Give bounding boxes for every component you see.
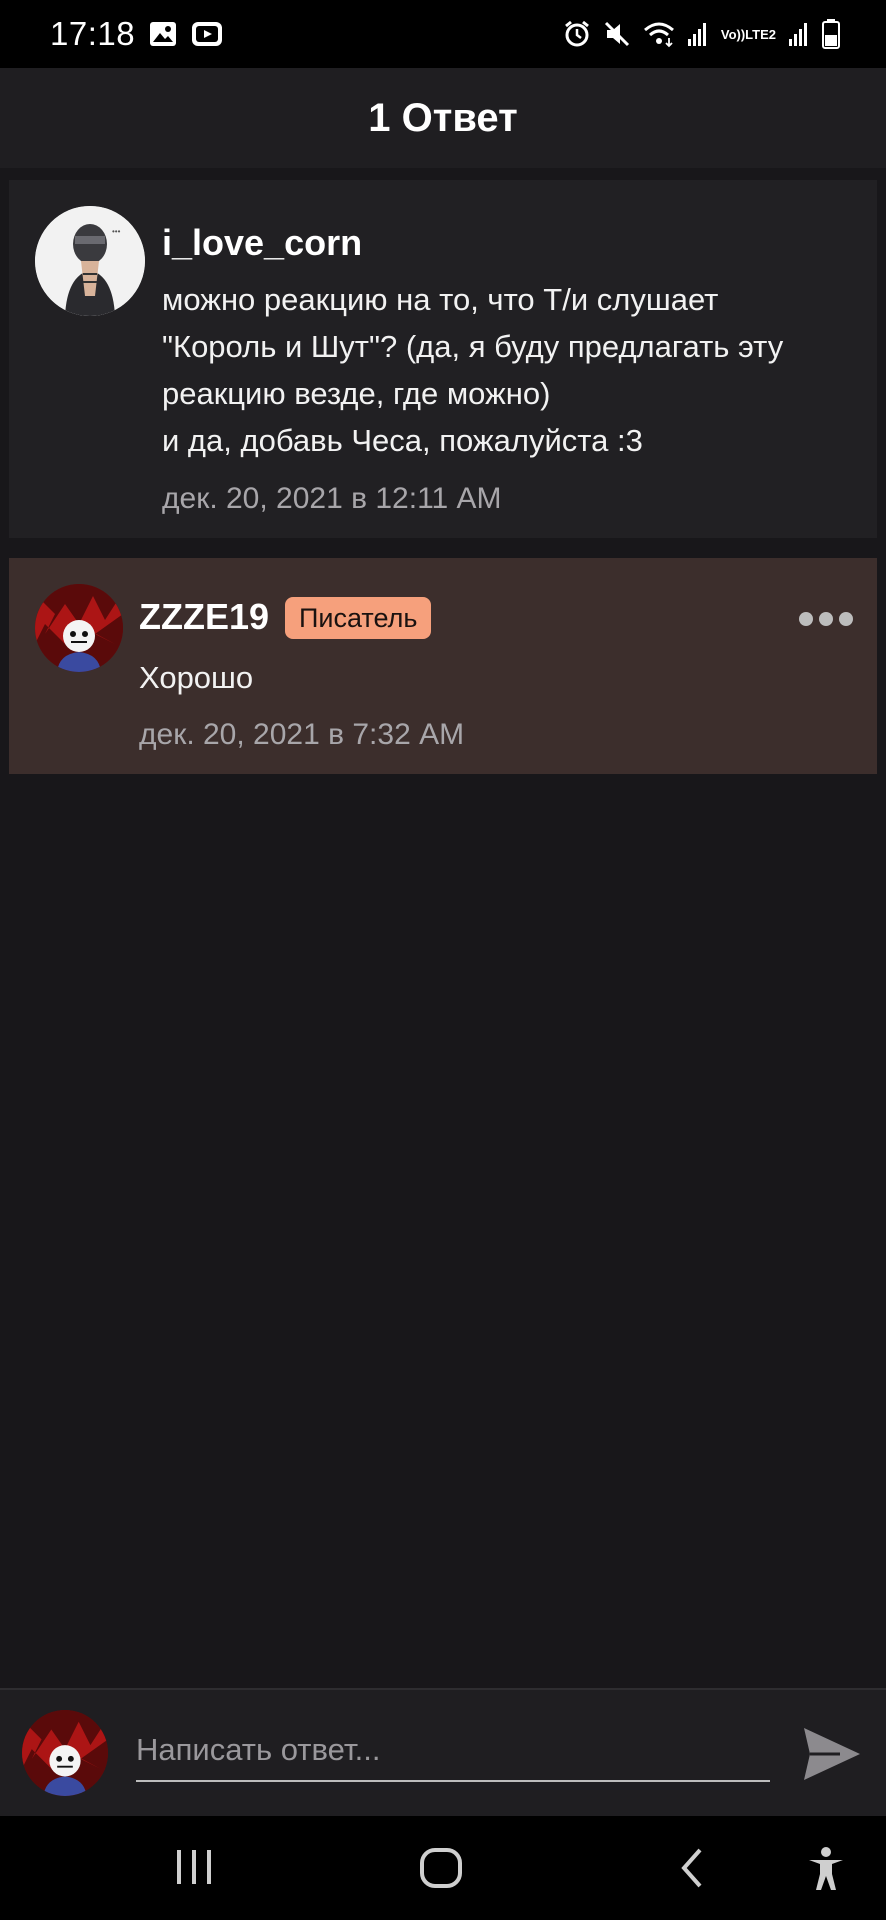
send-icon[interactable] — [800, 1724, 864, 1784]
status-bar: 17:18 Vo)) LTE2 — [0, 0, 886, 68]
wifi-icon — [643, 20, 675, 48]
nav-bar — [0, 1816, 886, 1920]
svg-text:•••: ••• — [112, 227, 121, 236]
comment-author[interactable]: i_love_corn — [162, 222, 362, 264]
avatar — [22, 1710, 108, 1796]
comment-line: реакцию везде, где можно) — [162, 376, 551, 411]
comment-line: "Король и Шут"? (да, я буду предлагать э… — [162, 329, 784, 364]
avatar[interactable] — [35, 584, 123, 672]
header: 1 Ответ — [0, 68, 886, 168]
image-icon — [149, 21, 177, 47]
reply-input[interactable] — [136, 1720, 770, 1782]
alarm-icon — [563, 20, 591, 48]
youtube-icon — [191, 21, 223, 47]
accessibility-icon[interactable] — [806, 1846, 846, 1897]
reply-comment: ZZZE19 Писатель Хорошо дек. 20, 2021 в 7… — [9, 558, 877, 774]
volte-line1: Vo)) — [720, 26, 746, 42]
recents-icon[interactable] — [174, 1846, 214, 1895]
dot — [819, 612, 833, 626]
signal-icon — [788, 21, 810, 47]
comment-line: и да, добавь Чеса, пожалуйста :3 — [162, 423, 643, 458]
status-time: 17:18 — [50, 15, 136, 52]
dot — [799, 612, 813, 626]
comment-timestamp: дек. 20, 2021 в 7:32 AM — [139, 718, 465, 751]
comment-text: Хорошо — [139, 660, 254, 695]
status-left: 17:18 — [50, 15, 223, 53]
page-title: 1 Ответ — [368, 95, 518, 140]
battery-icon — [822, 19, 840, 49]
reply-bar — [0, 1688, 886, 1816]
avatar[interactable]: ••• — [35, 206, 145, 316]
signal-icon — [687, 21, 709, 47]
parent-comment: ••• i_love_corn можно реакцию на то, что… — [9, 180, 877, 538]
comment-line: можно реакцию на то, что Т/и слушает — [162, 282, 719, 317]
home-icon[interactable] — [418, 1846, 464, 1895]
comment-timestamp: дек. 20, 2021 в 12:11 AM — [162, 482, 502, 515]
status-right: Vo)) LTE2 — [563, 19, 840, 49]
role-badge: Писатель — [285, 597, 432, 639]
volte-icon: Vo)) LTE2 — [721, 28, 776, 41]
comment-text: можно реакцию на то, что Т/и слушает "Ко… — [162, 276, 862, 464]
dot — [839, 612, 853, 626]
mute-icon — [603, 20, 631, 48]
more-options-icon[interactable] — [799, 612, 853, 626]
volte-line2: LTE2 — [745, 26, 776, 42]
back-icon[interactable] — [676, 1846, 706, 1895]
comment-author[interactable]: ZZZE19 — [139, 596, 269, 638]
